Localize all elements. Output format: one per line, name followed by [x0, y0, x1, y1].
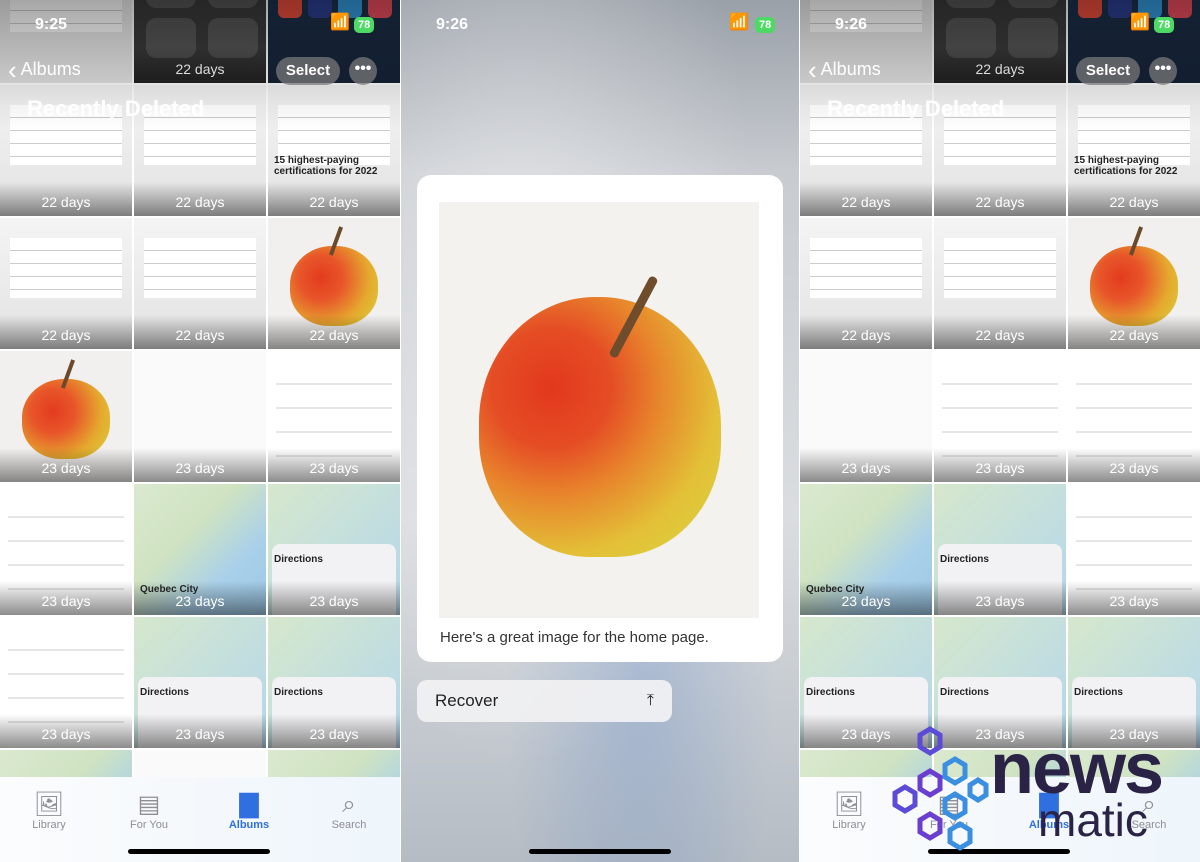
status-time: 9:25: [35, 16, 68, 33]
albums-icon: ▇: [239, 791, 259, 818]
trash-restore-icon: ⤒: [646, 692, 654, 709]
thumbnail-title: 15 highest-paying certifications for 202…: [1074, 155, 1178, 177]
days-remaining-label: 23 days: [268, 581, 400, 615]
photo-thumbnail[interactable]: 22 days: [268, 218, 400, 349]
days-remaining-label: 23 days: [0, 581, 132, 615]
recover-button[interactable]: Recover ⤒: [417, 680, 672, 722]
photo-stack-icon: 🖼: [833, 791, 865, 818]
photo-thumbnail[interactable]: Directions 23 days: [268, 617, 400, 748]
page-title: Recently Deleted: [827, 96, 1005, 121]
days-remaining-label: 23 days: [268, 714, 400, 748]
thumbnail-title: Directions: [940, 687, 989, 698]
photo-thumbnail[interactable]: 23 days: [0, 484, 132, 615]
photo-thumbnail[interactable]: Directions 23 days: [268, 484, 400, 615]
thumbnail-title: Directions: [140, 687, 189, 698]
days-remaining-label: 23 days: [800, 448, 932, 482]
photo-thumbnail[interactable]: Quebec City 23 days: [134, 484, 266, 615]
photo-thumbnail[interactable]: Directions 23 days: [134, 617, 266, 748]
days-remaining-label: 23 days: [268, 448, 400, 482]
days-remaining-label: 22 days: [0, 315, 132, 349]
days-remaining-label: 23 days: [1068, 581, 1200, 615]
for-you-icon: ▤: [137, 791, 161, 818]
thumbnail-title: Directions: [940, 554, 989, 565]
select-button[interactable]: Select: [276, 57, 340, 85]
battery-indicator: 78: [354, 17, 375, 33]
photo-thumbnail[interactable]: 22 days: [1068, 218, 1200, 349]
search-icon: ⌕: [342, 791, 356, 818]
chevron-left-icon: ‹: [808, 54, 817, 85]
photo-thumbnail[interactable]: 23 days: [134, 351, 266, 482]
thumbnail-title: Directions: [274, 554, 323, 565]
days-remaining-label: 22 days: [800, 182, 932, 216]
photo-thumbnail[interactable]: 23 days: [0, 351, 132, 482]
newsmatic-watermark: news matic: [890, 725, 1200, 862]
back-button[interactable]: ‹ Albums: [808, 54, 881, 85]
days-remaining-label: 23 days: [134, 714, 266, 748]
chevron-left-icon: ‹: [8, 54, 17, 85]
days-remaining-label: 22 days: [0, 182, 132, 216]
more-options-button[interactable]: •••: [349, 57, 377, 85]
hexagon-logo-icon: [892, 726, 989, 851]
days-remaining-label: 22 days: [1068, 182, 1200, 216]
photo-thumbnail[interactable]: 23 days: [800, 351, 932, 482]
days-remaining-label: 23 days: [0, 714, 132, 748]
wifi-icon: 📶: [330, 14, 350, 31]
days-remaining-label: 23 days: [934, 448, 1066, 482]
photo-thumbnail[interactable]: 23 days: [0, 617, 132, 748]
page-title: Recently Deleted: [27, 96, 205, 121]
left-phone-screen: 22 days22 days22 days15 highest-paying c…: [0, 0, 400, 862]
thumbnail-title: Directions: [806, 687, 855, 698]
middle-phone-screen: 9:26 📶 78 Here's a great image for the h…: [401, 0, 799, 862]
thumbnail-title: 15 highest-paying certifications for 202…: [274, 155, 378, 177]
days-remaining-label: 23 days: [0, 448, 132, 482]
thumbnail-title: Directions: [1074, 687, 1123, 698]
photo-thumbnail[interactable]: 22 days: [800, 218, 932, 349]
days-remaining-label: 22 days: [134, 315, 266, 349]
tab-search[interactable]: ⌕ Search: [309, 791, 389, 831]
days-remaining-label: 22 days: [934, 182, 1066, 216]
select-button[interactable]: Select: [1076, 57, 1140, 85]
photo-stack-icon: 🖼: [33, 791, 65, 818]
days-remaining-label: 22 days: [1068, 315, 1200, 349]
status-time: 9:26: [835, 16, 868, 33]
photo-thumbnail[interactable]: 22 days: [934, 218, 1066, 349]
photo-thumbnail[interactable]: 22 days: [134, 218, 266, 349]
battery-indicator: 78: [1154, 17, 1175, 33]
home-indicator: [128, 849, 270, 854]
apple-photo: [439, 202, 759, 618]
days-remaining-label: 22 days: [268, 315, 400, 349]
thumbnail-title: Directions: [274, 687, 323, 698]
photo-thumbnail[interactable]: 22 days: [0, 218, 132, 349]
wifi-icon: 📶: [1130, 14, 1150, 31]
tab-library[interactable]: 🖼 Library: [9, 791, 89, 831]
days-remaining-label: 23 days: [134, 448, 266, 482]
photo-thumbnail[interactable]: Quebec City 23 days: [800, 484, 932, 615]
tab-library[interactable]: 🖼 Library: [809, 791, 889, 831]
photo-caption: Here's a great image for the home page.: [440, 629, 709, 646]
battery-indicator: 78: [755, 17, 776, 33]
days-remaining-label: 22 days: [934, 315, 1066, 349]
photo-preview-card: Here's a great image for the home page.: [417, 175, 783, 662]
wifi-icon: 📶: [729, 14, 749, 31]
more-options-button[interactable]: •••: [1149, 57, 1177, 85]
photo-thumbnail[interactable]: 23 days: [1068, 351, 1200, 482]
photo-thumbnail[interactable]: Directions 23 days: [934, 484, 1066, 615]
tab-for-you[interactable]: ▤ For You: [109, 791, 189, 831]
days-remaining-label: 23 days: [934, 581, 1066, 615]
status-time: 9:26: [436, 16, 469, 33]
thumbnail-title: Quebec City: [806, 584, 865, 595]
back-button[interactable]: ‹ Albums: [8, 54, 81, 85]
days-remaining-label: 22 days: [268, 182, 400, 216]
photo-thumbnail[interactable]: 23 days: [934, 351, 1066, 482]
days-remaining-label: 22 days: [800, 315, 932, 349]
home-indicator: [529, 849, 671, 854]
photo-thumbnail[interactable]: 23 days: [268, 351, 400, 482]
tab-albums[interactable]: ▇ Albums: [209, 791, 289, 831]
photo-thumbnail[interactable]: 23 days: [1068, 484, 1200, 615]
days-remaining-label: 22 days: [134, 182, 266, 216]
thumbnail-title: Quebec City: [140, 584, 199, 595]
days-remaining-label: 23 days: [1068, 448, 1200, 482]
